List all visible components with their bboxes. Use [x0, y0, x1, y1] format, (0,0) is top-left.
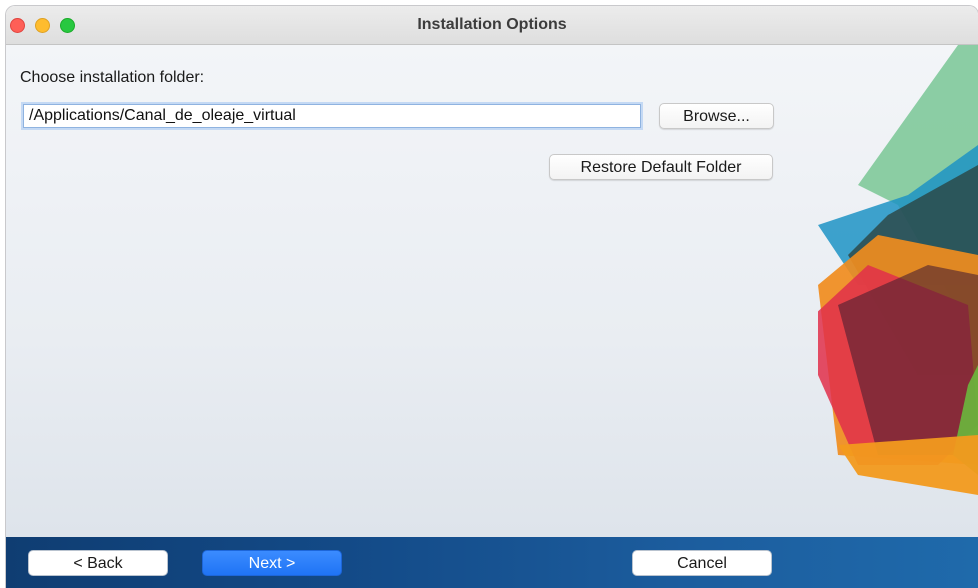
- browse-button[interactable]: Browse...: [659, 103, 774, 129]
- install-path-input[interactable]: [23, 104, 641, 128]
- window-title: Installation Options: [417, 16, 567, 33]
- footer-bar: < Back Next > Cancel: [6, 537, 978, 588]
- brand-graphic: [818, 45, 978, 495]
- restore-default-folder-button[interactable]: Restore Default Folder: [549, 154, 773, 180]
- cancel-button[interactable]: Cancel: [632, 550, 772, 576]
- installer-window: Installation Options Choose installation…: [6, 6, 978, 588]
- screen: Installation Options Choose installation…: [0, 0, 978, 588]
- title-bar[interactable]: Installation Options: [6, 6, 978, 45]
- back-button[interactable]: < Back: [28, 550, 168, 576]
- next-button[interactable]: Next >: [202, 550, 342, 576]
- folder-label: Choose installation folder:: [20, 69, 205, 86]
- options-panel: Choose installation folder: Browse... Re…: [6, 45, 978, 537]
